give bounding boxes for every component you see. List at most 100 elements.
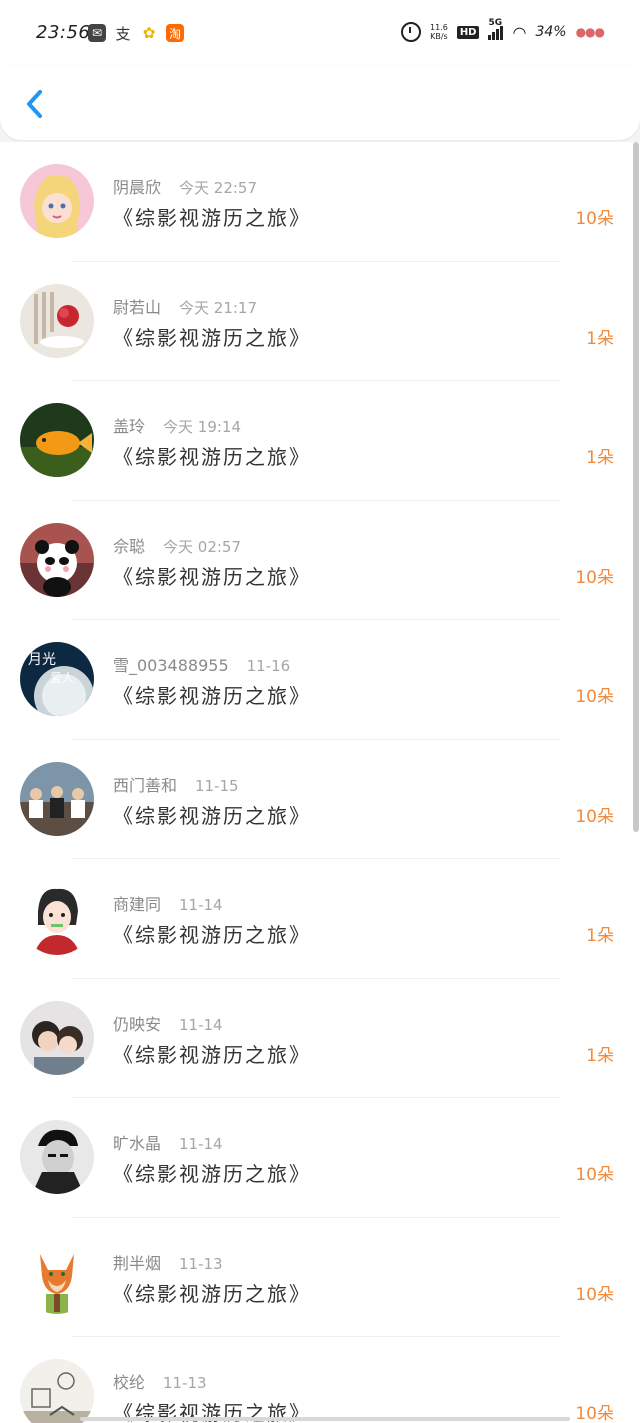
record-meta: 仍映安 11-14 — [113, 1011, 223, 1035]
couple-avatar — [20, 1000, 94, 1075]
book-title: 《综影视游历之旅》 — [113, 445, 311, 469]
taobao-icon: 淘 — [166, 24, 184, 42]
record-time: 11-14 — [179, 1135, 223, 1153]
svg-text:月光: 月光 — [28, 652, 56, 668]
avatar[interactable] — [20, 283, 94, 358]
record-row[interactable]: 阴晨欣 今天 22:57 《综影视游历之旅》 10朵 — [0, 142, 632, 262]
record-row[interactable]: 月光 爱人 雪_003488955 11-16 《综影视游历之旅》 10朵 — [0, 620, 632, 740]
avatar[interactable] — [20, 522, 94, 597]
book-title: 《综影视游历之旅》 — [113, 564, 311, 589]
user-name[interactable]: 荆半烟 — [113, 1254, 161, 1273]
battery-icon: ●●● — [575, 25, 605, 39]
record-meta: 商建同 11-14 — [113, 891, 223, 915]
avatar[interactable] — [20, 164, 94, 238]
record-meta: 校纶 11-13 — [113, 1369, 207, 1393]
book-title: 《综影视游历之旅》 — [113, 325, 311, 350]
record-time: 11-13 — [163, 1374, 207, 1392]
record-row[interactable]: 荆半烟 11-13 《综影视游历之旅》 10朵 — [0, 1218, 632, 1337]
record-time: 11-13 — [179, 1254, 223, 1273]
user-name[interactable]: 西门善和 — [113, 776, 177, 795]
notification-icons: ✉ 支 ✿ 淘 — [88, 24, 184, 43]
record-meta: 盖玲 今天 19:14 — [113, 413, 241, 437]
record-meta: 荆半烟 11-13 — [113, 1250, 223, 1274]
gift-record-list[interactable]: 阴晨欣 今天 22:57 《综影视游历之旅》 10朵 尉若山 今天 21:17 《综影视游历… — [0, 142, 632, 1423]
record-time: 11-14 — [179, 1015, 223, 1034]
panda-avatar — [20, 522, 94, 597]
user-name[interactable]: 旷水晶 — [113, 1134, 161, 1153]
message-icon: ✉ — [88, 24, 106, 42]
record-row[interactable]: 佘聪 今天 02:57 《综影视游历之旅》 10朵 — [0, 501, 632, 620]
record-row[interactable]: 尉若山 今天 21:17 《综影视游历之旅》 1朵 — [0, 262, 632, 381]
fox-avatar — [20, 1239, 94, 1314]
signal-icon: 5G — [488, 18, 504, 40]
gift-amount: 10朵 — [575, 209, 614, 229]
status-time: 23:56 — [36, 22, 91, 43]
record-row[interactable]: 西门善和 11-15 《综影视游历之旅》 10朵 — [0, 740, 632, 859]
record-row[interactable]: 仍映安 11-14 《综影视游历之旅》 1朵 — [0, 979, 632, 1098]
record-time: 11-15 — [195, 776, 239, 795]
status-bar: 23:56 ✉ 支 ✿ 淘 11.6 KB/s HD 5G ◠ 34% ●●● — [0, 0, 640, 66]
chevron-left-icon — [27, 90, 42, 118]
battery-level: 34% — [535, 24, 567, 40]
record-time: 11-14 — [179, 896, 223, 914]
status-right: 11.6 KB/s HD 5G ◠ 34% ●●● — [401, 18, 605, 42]
book-title: 《综影视游历之旅》 — [113, 1042, 311, 1067]
moon-poster-avatar: 月光爱人 — [20, 642, 94, 716]
anime-girl-avatar — [20, 881, 94, 955]
record-row[interactable]: 盖玲 今天 19:14 《综影视游历之旅》 1朵 — [0, 381, 632, 501]
sketch-avatar — [20, 1359, 94, 1423]
hd-icon: HD — [456, 25, 480, 39]
book-title: 《综影视游历之旅》 — [113, 684, 311, 708]
avatar[interactable] — [20, 1000, 94, 1075]
goldfish-avatar — [20, 403, 94, 477]
net-speed: 11.6 KB/s — [430, 23, 448, 41]
alarm-icon — [401, 22, 421, 42]
avatar[interactable]: 月光爱人 — [20, 642, 94, 716]
rose-chair-avatar — [20, 283, 94, 358]
record-row[interactable]: 旷水晶 11-14 《综影视游历之旅》 10朵 — [0, 1098, 632, 1218]
book-title: 《综影视游历之旅》 — [113, 923, 311, 947]
record-row[interactable]: 校纶 11-13 《综影视游历之旅》 10朵 — [0, 1337, 632, 1423]
gift-amount: 10朵 — [575, 1284, 614, 1305]
gift-amount: 10朵 — [575, 1404, 614, 1423]
user-name[interactable]: 校纶 — [113, 1373, 145, 1392]
gift-amount: 10朵 — [575, 806, 614, 827]
record-time: 今天 19:14 — [163, 418, 242, 436]
alipay-icon: 支 — [115, 24, 131, 43]
record-time: 今天 02:57 — [163, 537, 242, 556]
user-name[interactable]: 佘聪 — [113, 537, 145, 556]
network-type: 5G — [488, 18, 503, 28]
svg-text:爱人: 爱人 — [50, 671, 74, 685]
book-title: 《综影视游历之旅》 — [113, 1281, 311, 1306]
gift-amount: 1朵 — [586, 926, 614, 946]
record-meta: 西门善和 11-15 — [113, 772, 239, 796]
gift-amount: 10朵 — [575, 1165, 614, 1185]
book-title: 《综影视游历之旅》 — [113, 803, 311, 828]
header-bar — [0, 66, 640, 140]
user-name[interactable]: 雪_003488955 — [113, 656, 229, 675]
record-meta: 阴晨欣 今天 22:57 — [113, 174, 257, 198]
avatar[interactable] — [20, 1359, 94, 1423]
avatar[interactable] — [20, 761, 94, 836]
user-name[interactable]: 盖玲 — [113, 417, 145, 436]
user-name[interactable]: 尉若山 — [113, 298, 161, 317]
back-button[interactable] — [20, 84, 54, 124]
gift-amount: 10朵 — [575, 687, 614, 707]
avatar[interactable] — [20, 403, 94, 477]
flower-icon: ✿ — [142, 24, 156, 42]
scrollbar[interactable] — [632, 142, 640, 1423]
user-name[interactable]: 阴晨欣 — [113, 178, 161, 197]
user-name[interactable]: 仍映安 — [113, 1015, 161, 1034]
record-row[interactable]: 商建同 11-14 《综影视游历之旅》 1朵 — [0, 859, 632, 979]
wifi-icon: ◠ — [512, 22, 527, 42]
gift-amount: 1朵 — [586, 448, 614, 468]
avatar[interactable] — [20, 881, 94, 955]
scrollbar-thumb[interactable] — [633, 142, 639, 832]
gift-amount: 10朵 — [575, 567, 614, 588]
group-photo-avatar — [20, 761, 94, 836]
book-title: 《综影视游历之旅》 — [113, 1162, 311, 1186]
book-title: 《综影视游历之旅》 — [113, 206, 311, 230]
user-name[interactable]: 商建同 — [113, 895, 161, 914]
avatar[interactable] — [20, 1120, 94, 1194]
avatar[interactable] — [20, 1239, 94, 1314]
